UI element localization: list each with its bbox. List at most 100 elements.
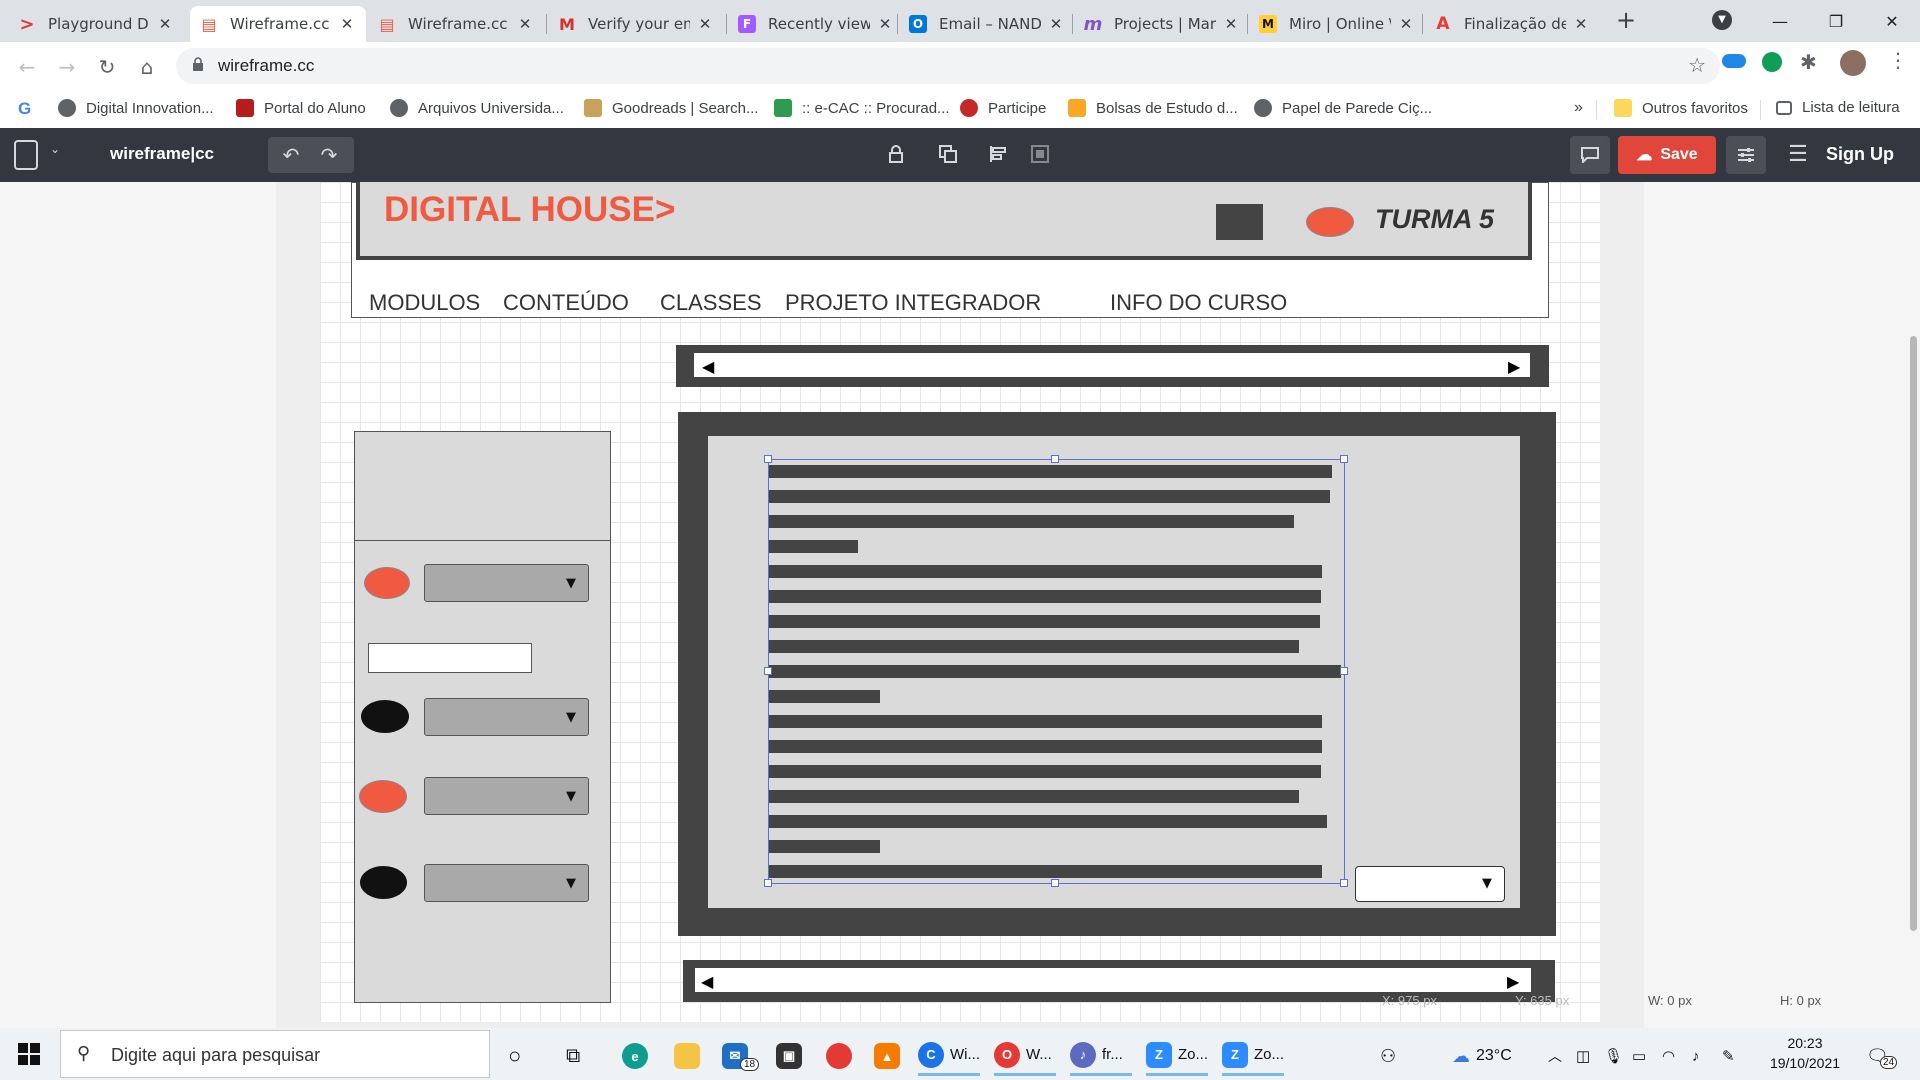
other-favorites[interactable]: Outros favoritos xyxy=(1614,99,1748,117)
home-icon[interactable]: ⌂ xyxy=(132,52,162,82)
more-bookmarks-icon[interactable]: » xyxy=(1574,99,1583,117)
close-window-icon[interactable]: ✕ xyxy=(1864,0,1920,42)
browser-tab[interactable]: F Recently viewe ✕ xyxy=(728,6,904,42)
browser-menu-icon[interactable]: ⋮ xyxy=(1888,48,1908,72)
arrow-right-icon[interactable]: ▶ xyxy=(1508,357,1520,376)
store-icon[interactable]: ▣ xyxy=(776,1036,808,1076)
browser-tab[interactable]: M Miro | Online \ ✕ xyxy=(1249,6,1425,42)
microphone-icon[interactable]: 🎙 xyxy=(1604,1036,1623,1076)
frame-icon[interactable] xyxy=(1030,144,1050,164)
wf-sidebar-dropdown[interactable]: ▼ xyxy=(424,864,589,902)
selection-box[interactable] xyxy=(768,459,1345,884)
pen-icon[interactable]: ✎ xyxy=(1722,1036,1735,1076)
duplicate-icon[interactable] xyxy=(938,144,958,164)
bookmark-item[interactable]: Goodreads | Search... xyxy=(584,99,758,117)
app-icon[interactable]: ▲ xyxy=(874,1036,906,1076)
grammarly-extension-icon[interactable] xyxy=(1762,52,1782,72)
browser-tab[interactable]: m Projects | Mar ✕ xyxy=(1074,6,1250,42)
forward-icon[interactable]: → xyxy=(52,52,82,82)
taskbar-app-zoom[interactable]: Z Zo... xyxy=(1222,1036,1284,1076)
bookmark-item[interactable]: :: e-CAC :: Procurad... xyxy=(774,99,950,117)
settings-button[interactable] xyxy=(1726,136,1766,174)
taskbar-app-zoom[interactable]: Z Zo... xyxy=(1146,1036,1208,1076)
close-tab-icon[interactable]: ✕ xyxy=(1222,15,1240,33)
close-tab-icon[interactable]: ✕ xyxy=(696,15,714,33)
wifi-icon[interactable]: ◠ xyxy=(1662,1036,1675,1076)
arrow-right-icon[interactable]: ▶ xyxy=(1507,972,1519,991)
file-explorer-icon[interactable] xyxy=(674,1036,706,1076)
minimize-icon[interactable]: — xyxy=(1752,0,1808,42)
onedrive-extension-icon[interactable] xyxy=(1722,54,1746,68)
wf-sidebar-oval-black[interactable] xyxy=(360,866,407,899)
browser-tab[interactable]: > Playground Di ✕ xyxy=(8,6,184,42)
taskbar-app-opera[interactable]: O W... xyxy=(994,1036,1056,1076)
resize-handle[interactable] xyxy=(1340,879,1348,887)
resize-handle[interactable] xyxy=(1340,667,1348,675)
task-view-icon[interactable]: ⧉ xyxy=(566,1036,580,1076)
wf-top-scrollbar[interactable]: ◀ ▶ xyxy=(676,345,1549,387)
browser-tab[interactable]: ▤ Wireframe.cc | ✕ xyxy=(368,6,544,42)
google-icon[interactable]: G xyxy=(18,99,31,119)
wf-sidebar-dropdown[interactable]: ▼ xyxy=(424,564,589,602)
device-mobile-icon[interactable] xyxy=(14,140,38,170)
extensions-puzzle-icon[interactable]: ✱ xyxy=(1800,50,1817,74)
wf-nav-info-do-curso[interactable]: INFO DO CURSO xyxy=(1110,290,1287,316)
wf-content-dropdown[interactable]: ▼ xyxy=(1355,866,1505,902)
bookmark-item[interactable]: Participe xyxy=(960,99,1046,117)
wf-nav-conteudo[interactable]: CONTEÚDO xyxy=(503,290,629,316)
bookmark-item[interactable]: Arquivos Universida... xyxy=(390,99,564,117)
close-tab-icon[interactable]: ✕ xyxy=(338,15,356,33)
app-logo[interactable]: wireframe|cc xyxy=(110,144,214,164)
battery-icon[interactable]: ▭ xyxy=(1632,1036,1646,1076)
close-tab-icon[interactable]: ✕ xyxy=(876,15,894,33)
close-tab-icon[interactable]: ✕ xyxy=(1572,15,1590,33)
cortana-icon[interactable]: ○ xyxy=(508,1036,521,1076)
bookmark-star-icon[interactable]: ☆ xyxy=(1688,53,1706,77)
bookmark-item[interactable]: Digital Innovation... xyxy=(58,99,214,117)
redo-icon[interactable]: ↷ xyxy=(312,141,346,169)
bookmark-item[interactable]: Bolsas de Estudo d... xyxy=(1068,99,1238,117)
wf-turma-label[interactable]: TURMA 5 xyxy=(1375,204,1494,235)
lock-icon[interactable] xyxy=(886,144,906,164)
wf-header-oval[interactable] xyxy=(1306,207,1354,237)
wf-sidebar-oval-black[interactable] xyxy=(361,700,409,733)
edge-icon[interactable]: e xyxy=(622,1036,654,1076)
resize-handle[interactable] xyxy=(1051,879,1059,887)
tray-app-icon[interactable]: ◫ xyxy=(1576,1036,1590,1076)
close-tab-icon[interactable]: ✕ xyxy=(1397,15,1415,33)
browser-tab[interactable]: A Finalização de ✕ xyxy=(1424,6,1600,42)
wf-nav-projeto-integrador[interactable]: PROJETO INTEGRADOR xyxy=(785,290,1041,316)
new-tab-button[interactable]: + xyxy=(1612,6,1640,36)
arrow-left-icon[interactable]: ◀ xyxy=(701,972,713,991)
close-tab-icon[interactable]: ✕ xyxy=(516,15,534,33)
reload-icon[interactable]: ↻ xyxy=(92,52,122,82)
bookmark-item[interactable]: Papel de Parede Ciç... xyxy=(1254,99,1432,117)
vertical-scrollbar[interactable] xyxy=(1910,336,1917,931)
wf-nav-modulos[interactable]: MODULOS xyxy=(369,290,480,316)
wf-sidebar-dropdown[interactable]: ▼ xyxy=(424,777,589,815)
hamburger-menu-icon[interactable]: ☰ xyxy=(1786,141,1810,166)
resize-handle[interactable] xyxy=(1051,455,1059,463)
browser-tab[interactable]: O Email – NAND ✕ xyxy=(899,6,1075,42)
restore-icon[interactable]: ❐ xyxy=(1808,0,1864,42)
tab-search-icon[interactable]: ▼ xyxy=(1712,10,1732,30)
chevron-down-icon[interactable]: ⌄ xyxy=(50,142,60,156)
taskbar-search[interactable]: ⚲ Digite aqui para pesquisar xyxy=(60,1030,490,1078)
notifications-icon[interactable]: 🗨 24 xyxy=(1866,1036,1898,1076)
mail-icon[interactable]: ✉ 18 xyxy=(722,1036,760,1076)
close-tab-icon[interactable]: ✕ xyxy=(1047,15,1065,33)
browser-tab-active[interactable]: ▤ Wireframe.cc | ✕ xyxy=(190,6,366,42)
resize-handle[interactable] xyxy=(1340,455,1348,463)
wf-sidebar-input[interactable] xyxy=(368,643,532,673)
clock[interactable]: 20:23 19/10/2021 xyxy=(1760,1033,1850,1073)
sign-up-link[interactable]: Sign Up xyxy=(1826,144,1894,165)
show-hidden-icons[interactable]: ︿ xyxy=(1548,1036,1562,1076)
close-tab-icon[interactable]: ✕ xyxy=(156,15,174,33)
volume-icon[interactable]: ♪ xyxy=(1692,1036,1700,1076)
profile-avatar[interactable] xyxy=(1840,50,1866,76)
resize-handle[interactable] xyxy=(764,455,772,463)
resize-handle[interactable] xyxy=(764,667,772,675)
reading-list[interactable]: Lista de leitura xyxy=(1776,99,1900,116)
wf-header-square[interactable] xyxy=(1216,204,1263,240)
align-icon[interactable] xyxy=(988,144,1008,164)
